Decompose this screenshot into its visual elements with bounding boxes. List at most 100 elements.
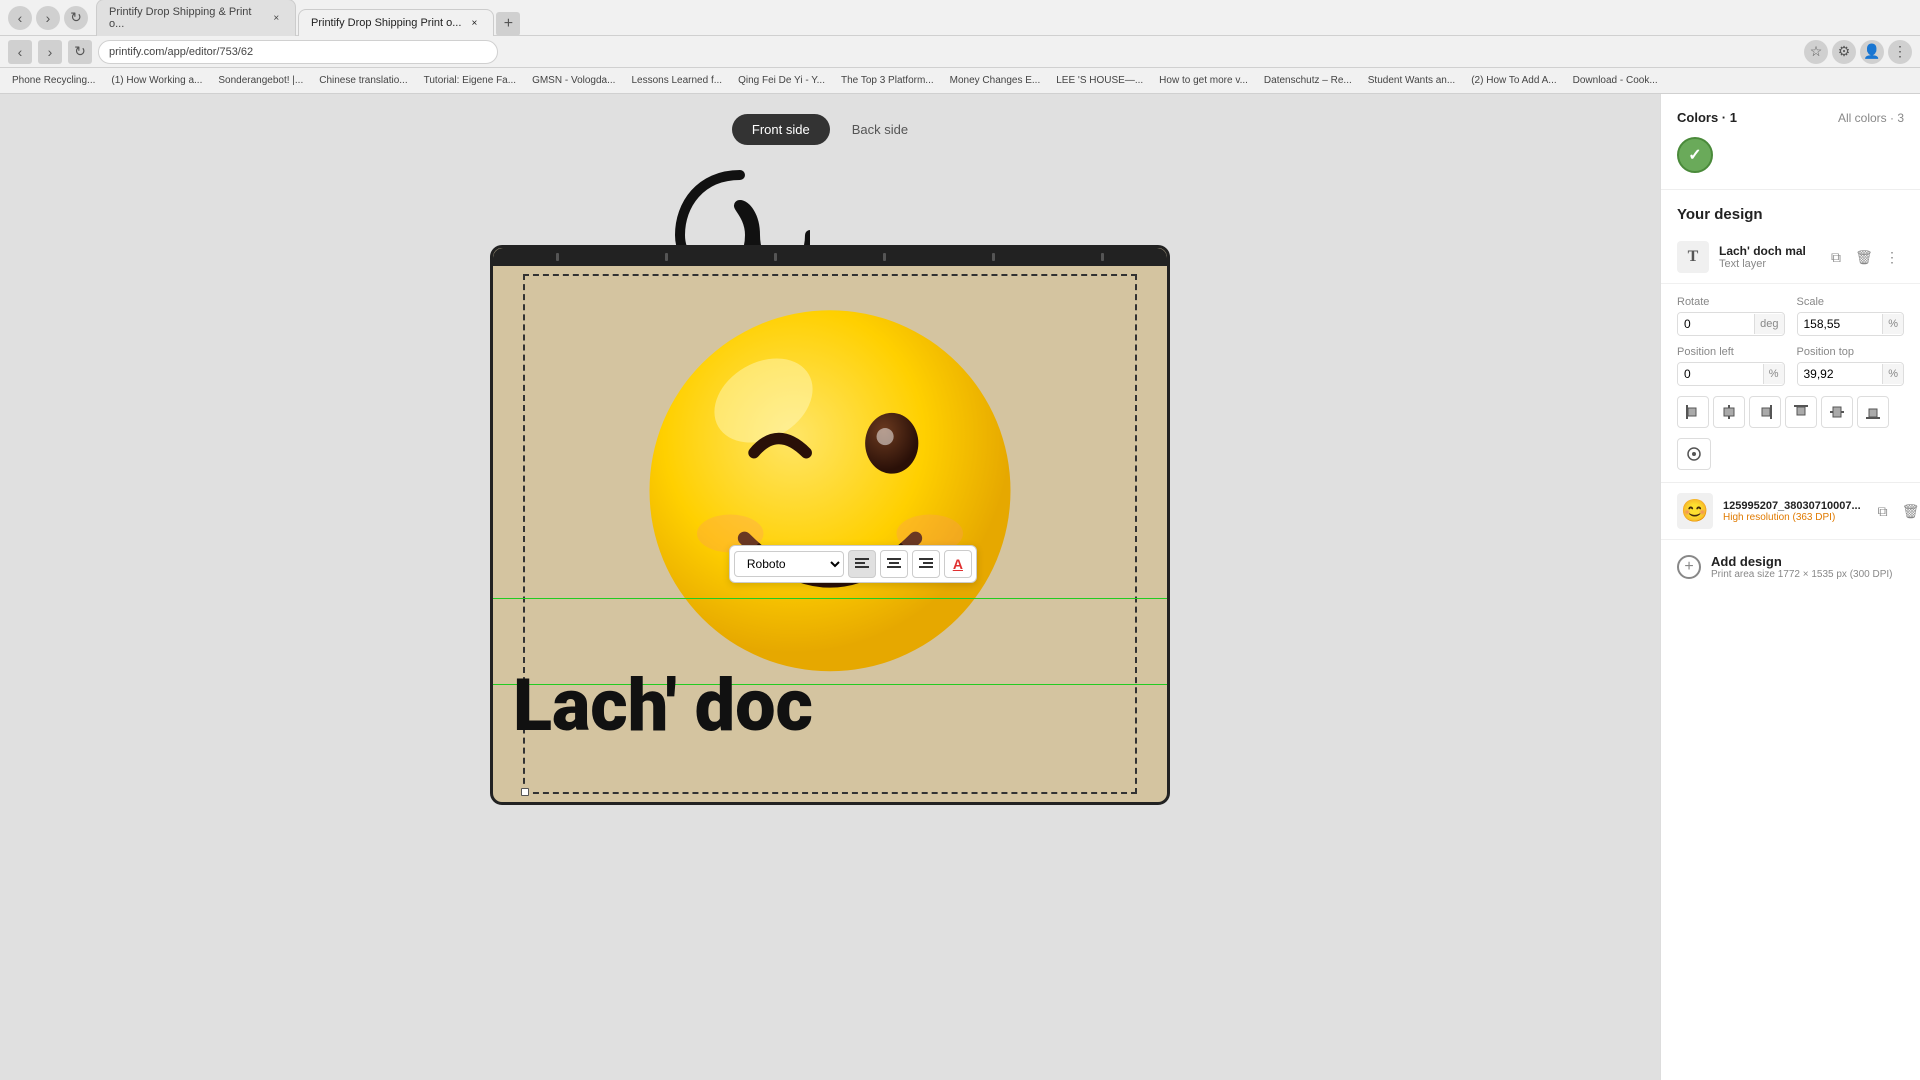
bookmark-star[interactable]: ☆ [1804, 40, 1828, 64]
image-layer-delete-btn[interactable]: 🗑 [1899, 499, 1920, 523]
align-left-button[interactable] [848, 550, 876, 578]
align-center-button[interactable] [880, 550, 908, 578]
tabs-bar: Printify Drop Shipping & Print o... × Pr… [96, 0, 1912, 36]
address-forward[interactable]: › [38, 40, 62, 64]
scale-unit: % [1882, 314, 1903, 334]
align-center-h-btn[interactable] [1713, 396, 1745, 428]
position-row: Position left % Position top % [1677, 346, 1904, 386]
style-options-btn[interactable] [1677, 438, 1711, 470]
position-left-label: Position left [1677, 346, 1785, 358]
bag-content: Lach' doc Roboto [493, 266, 1167, 802]
bag-body[interactable]: Lach' doc Roboto [490, 245, 1170, 805]
align-center-icon [887, 558, 901, 570]
bookmark-12[interactable]: Datenschutz – Re... [1260, 73, 1356, 88]
text-layer-copy-btn[interactable]: ⧉ [1824, 245, 1848, 269]
image-layer-actions: ⧉ 🗑 ⋮ [1871, 499, 1920, 523]
text-color-button[interactable]: A [944, 550, 972, 578]
colors-section-header: Colors · 1 All colors · 3 [1677, 110, 1904, 125]
text-layer-info: Lach' doch mal Text layer [1719, 244, 1814, 270]
bag-zipper [493, 248, 1167, 266]
browser-chrome: ‹ › ↻ Printify Drop Shipping & Print o..… [0, 0, 1920, 36]
bookmark-5[interactable]: GMSN - Vologda... [528, 73, 619, 88]
tab-2-close[interactable]: × [467, 16, 481, 30]
position-top-group: Position top % [1797, 346, 1905, 386]
image-layer-info: 125995207_38030710007... High resolution… [1723, 500, 1861, 523]
text-overlay[interactable]: Lach' doc [513, 670, 1147, 742]
bookmark-7[interactable]: Qing Fei De Yi - Y... [734, 73, 829, 88]
bookmark-10[interactable]: LEE 'S HOUSE—... [1052, 73, 1147, 88]
bookmark-11[interactable]: How to get more v... [1155, 73, 1252, 88]
properties-section: Rotate deg Scale % Position left [1661, 284, 1920, 483]
bookmark-9[interactable]: Money Changes E... [946, 73, 1045, 88]
position-left-group: Position left % [1677, 346, 1785, 386]
align-bottom-edge-btn[interactable] [1857, 396, 1889, 428]
address-reload[interactable]: ↻ [68, 40, 92, 64]
text-layer-more-btn[interactable]: ⋮ [1880, 245, 1904, 269]
text-layer-row[interactable]: T Lach' doch mal Text layer ⧉ 🗑 ⋮ [1661, 231, 1920, 284]
bookmark-1[interactable]: (1) How Working a... [107, 73, 206, 88]
image-layer-copy-btn[interactable]: ⧉ [1871, 499, 1895, 523]
your-design-title: Your design [1661, 190, 1920, 231]
align-right-button[interactable] [912, 550, 940, 578]
align-center-v-btn[interactable] [1821, 396, 1853, 428]
forward-button[interactable]: › [36, 6, 60, 30]
scale-input-wrapper: % [1797, 312, 1905, 336]
image-layer-row[interactable]: 😊 125995207_38030710007... High resoluti… [1661, 483, 1920, 540]
tab-1[interactable]: Printify Drop Shipping & Print o... × [96, 0, 296, 36]
menu-btn[interactable]: ⋮ [1888, 40, 1912, 64]
bookmark-14[interactable]: (2) How To Add A... [1467, 73, 1560, 88]
position-left-input[interactable] [1678, 363, 1763, 385]
align-right-edge-btn[interactable] [1749, 396, 1781, 428]
bookmark-3[interactable]: Chinese translatio... [315, 73, 411, 88]
back-button[interactable]: ‹ [8, 6, 32, 30]
rotate-input[interactable] [1678, 313, 1754, 335]
style-icon [1686, 446, 1702, 462]
main-content: Front side Back side [0, 94, 1920, 1080]
emoji-thumb-icon: 😊 [1681, 498, 1708, 524]
reload-button[interactable]: ↻ [64, 6, 88, 30]
tab-1-close[interactable]: × [270, 11, 283, 25]
text-layer-type: Text layer [1719, 258, 1814, 270]
bookmark-6[interactable]: Lessons Learned f... [627, 73, 726, 88]
bookmark-2[interactable]: Sonderangebot! |... [214, 73, 307, 88]
address-bar-row: ‹ › ↻ ☆ ⚙ 👤 ⋮ [0, 36, 1920, 68]
text-layer-delete-btn[interactable]: 🗑 [1852, 245, 1876, 269]
back-side-button[interactable]: Back side [832, 114, 928, 145]
align-right-edge-icon [1757, 404, 1773, 420]
extensions-btn[interactable]: ⚙ [1832, 40, 1856, 64]
add-design-info: Add design Print area size 1772 × 1535 p… [1711, 554, 1893, 580]
profile-btn[interactable]: 👤 [1860, 40, 1884, 64]
align-left-edge-btn[interactable] [1677, 396, 1709, 428]
address-back[interactable]: ‹ [8, 40, 32, 64]
canvas-area: Front side Back side [0, 94, 1660, 1080]
front-side-button[interactable]: Front side [732, 114, 830, 145]
rotate-scale-row: Rotate deg Scale % [1677, 296, 1904, 336]
bookmarks-bar: Phone Recycling... (1) How Working a... … [0, 68, 1920, 94]
bookmark-0[interactable]: Phone Recycling... [8, 73, 99, 88]
tab-2-label: Printify Drop Shipping Print o... [311, 17, 461, 29]
bookmark-15[interactable]: Download - Cook... [1569, 73, 1662, 88]
view-toggle: Front side Back side [732, 114, 928, 145]
scale-group: Scale % [1797, 296, 1905, 336]
colors-label: Colors · 1 [1677, 110, 1737, 125]
color-swatch[interactable]: ✓ [1677, 137, 1713, 173]
align-top-edge-btn[interactable] [1785, 396, 1817, 428]
tab-2[interactable]: Printify Drop Shipping Print o... × [298, 9, 494, 36]
colors-section: Colors · 1 All colors · 3 ✓ [1661, 94, 1920, 190]
text-layer-actions: ⧉ 🗑 ⋮ [1824, 245, 1904, 269]
bookmark-8[interactable]: The Top 3 Platform... [837, 73, 938, 88]
add-design-row[interactable]: + Add design Print area size 1772 × 1535… [1661, 540, 1920, 594]
text-layer-icon: T [1677, 241, 1709, 273]
position-top-input[interactable] [1798, 363, 1883, 385]
new-tab-button[interactable]: + [496, 12, 520, 36]
smiley-svg [640, 276, 1020, 696]
all-colors-toggle[interactable]: All colors · 3 [1838, 111, 1904, 125]
bookmark-4[interactable]: Tutorial: Eigene Fa... [420, 73, 520, 88]
font-select[interactable]: Roboto [734, 551, 844, 577]
emoji-design [640, 276, 1020, 696]
bookmark-13[interactable]: Student Wants an... [1364, 73, 1459, 88]
resize-handle-bottom-left[interactable] [521, 788, 529, 796]
address-input[interactable] [98, 40, 498, 64]
scale-input[interactable] [1798, 313, 1883, 335]
rotate-group: Rotate deg [1677, 296, 1785, 336]
